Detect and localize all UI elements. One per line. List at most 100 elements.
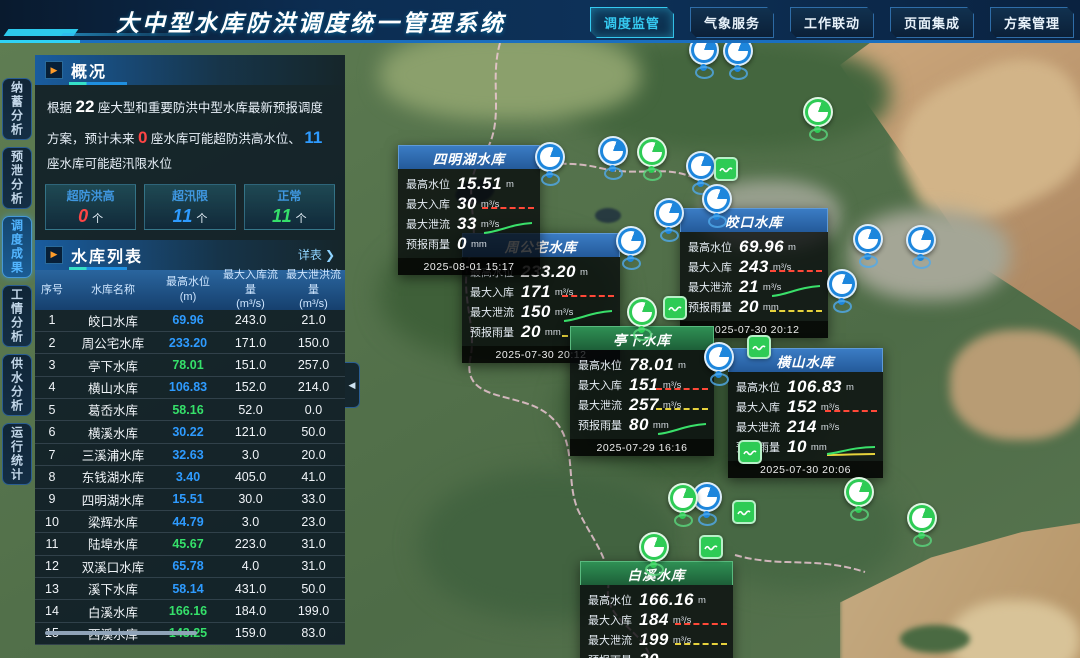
sparkline [656, 419, 708, 439]
popup-row-value: 166.16 [639, 590, 694, 610]
popup-row-value: 214 [787, 417, 817, 437]
horizontal-scrollbar[interactable] [45, 631, 197, 635]
reservoir-marker-over-limit[interactable] [906, 225, 936, 255]
table-row[interactable]: 14白溪水库166.16184.0199.0 [35, 600, 345, 622]
side-tab[interactable]: 运行统计 [2, 423, 32, 485]
reservoir-marker-over-limit[interactable] [616, 226, 646, 256]
table-row[interactable]: 4横山水库106.83152.0214.0 [35, 377, 345, 399]
stat-unit: 个 [296, 213, 307, 225]
station-marker[interactable] [663, 296, 687, 320]
gauge-pie-icon [637, 137, 667, 167]
gauge-pie-icon [723, 40, 753, 66]
cell-name: 周公宅水库 [69, 333, 157, 352]
reservoir-marker-normal[interactable] [844, 477, 874, 507]
reservoir-marker-over-limit[interactable] [704, 342, 734, 372]
popup-row-value: 15.51 [457, 174, 502, 194]
side-tab[interactable]: 纳蓄分析 [2, 78, 32, 140]
nav-button[interactable]: 调度监管 [590, 7, 674, 38]
nav-button[interactable]: 方案管理 [990, 7, 1074, 38]
popup-row-label: 最大入库 [578, 377, 625, 393]
popup-row-label: 最大入库 [406, 196, 453, 212]
popup-row-label: 预报雨量 [588, 652, 635, 658]
wave-icon [737, 507, 751, 517]
reservoir-marker-over-limit[interactable] [689, 40, 719, 65]
stat-box: 超防洪高0个 [45, 184, 136, 230]
section-arrow-icon: ▶ [45, 61, 63, 79]
side-tab[interactable]: 供水分析 [2, 354, 32, 416]
station-marker[interactable] [714, 157, 738, 181]
side-tab[interactable]: 调度成果 [2, 216, 32, 278]
table-row[interactable]: 3亭下水库78.01151.0257.0 [35, 354, 345, 376]
station-marker[interactable] [738, 440, 762, 464]
reservoir-marker-over-limit[interactable] [702, 184, 732, 214]
reservoir-marker-over-limit[interactable] [598, 136, 628, 166]
reservoir-marker-normal[interactable] [907, 503, 937, 533]
table-column-header: 最大入库流量 (m³/s) [219, 268, 282, 311]
nav-button[interactable]: 工作联动 [790, 7, 874, 38]
reservoir-marker-normal[interactable] [637, 137, 667, 167]
cell-name: 横溪水库 [69, 423, 157, 442]
reservoir-marker-over-limit[interactable] [827, 269, 857, 299]
cell-outflow: 31.0 [282, 537, 345, 551]
popup-title: 四明湖水库 [398, 145, 540, 169]
cell-outflow: 50.0 [282, 582, 345, 596]
sparkline [770, 301, 822, 321]
left-panel: ▶ 概况 根据 22 座大型和重要防洪中型水库最新预报调度方案，预计未来 0 座… [35, 55, 345, 645]
cell-inflow: 121.0 [219, 425, 282, 439]
table-row[interactable]: 13溪下水库58.14431.050.0 [35, 578, 345, 600]
overview-text-segment: 根据 [47, 101, 75, 115]
table-row[interactable]: 5葛岙水库58.1652.00.0 [35, 399, 345, 421]
side-tab[interactable]: 工情分析 [2, 285, 32, 347]
gauge-pie-icon [668, 483, 698, 513]
popup-row-label: 最大泄流 [470, 304, 517, 320]
cell-outflow: 199.0 [282, 604, 345, 618]
station-marker[interactable] [732, 500, 756, 524]
cell-outflow: 50.0 [282, 425, 345, 439]
reservoir-marker-normal[interactable] [639, 532, 669, 562]
table-row[interactable]: 2周公宅水库233.20171.0150.0 [35, 332, 345, 354]
station-marker[interactable] [699, 535, 723, 559]
table-row[interactable]: 11陆埠水库45.67223.031.0 [35, 533, 345, 555]
detail-link[interactable]: 详表 ❯ [298, 246, 335, 263]
table-row[interactable]: 12双溪口水库65.784.031.0 [35, 556, 345, 578]
reservoir-marker-normal[interactable] [803, 97, 833, 127]
cell-name: 亭下水库 [69, 356, 157, 375]
stat-value: 11个 [173, 206, 208, 227]
section-arrow-icon: ▶ [45, 246, 63, 264]
cell-index: 3 [35, 358, 69, 372]
cell-inflow: 30.0 [219, 492, 282, 506]
wave-icon [743, 447, 757, 457]
cell-inflow: 151.0 [219, 358, 282, 372]
reservoir-marker-normal[interactable] [668, 483, 698, 513]
cell-inflow: 3.0 [219, 448, 282, 462]
side-tab[interactable]: 预泄分析 [2, 147, 32, 209]
table-row[interactable]: 9四明湖水库15.5130.033.0 [35, 489, 345, 511]
popup-row-value: 199 [639, 630, 669, 650]
cell-inflow: 152.0 [219, 380, 282, 394]
collapse-arrow-icon: ◀ [349, 380, 356, 391]
cell-level: 44.79 [157, 515, 219, 529]
overview-stats: 超防洪高0个超汛限11个正常11个 [45, 184, 335, 230]
reservoir-marker-normal[interactable] [627, 297, 657, 327]
cell-level: 3.40 [157, 470, 219, 484]
popup-row-unit: m [506, 179, 514, 190]
nav-button[interactable]: 页面集成 [890, 7, 974, 38]
reservoir-marker-over-limit[interactable] [535, 142, 565, 172]
table-row[interactable]: 10梁辉水库44.793.023.0 [35, 511, 345, 533]
reservoir-marker-over-limit[interactable] [723, 40, 753, 66]
reservoir-marker-over-limit[interactable] [686, 151, 716, 181]
table-row[interactable]: 6横溪水库30.22121.050.0 [35, 421, 345, 443]
nav-button[interactable]: 气象服务 [690, 7, 774, 38]
chevron-right-icon: ❯ [325, 248, 335, 262]
panel-collapse-handle[interactable]: ◀ [345, 362, 360, 408]
table-row[interactable]: 8东钱湖水库3.40405.041.0 [35, 466, 345, 488]
table-row[interactable]: 7三溪浦水库32.633.020.0 [35, 444, 345, 466]
gauge-pie-icon [689, 40, 719, 65]
station-marker[interactable] [747, 335, 771, 359]
title-underline [69, 267, 127, 270]
table-column-header: 最高水位 (m) [157, 275, 219, 304]
popup-row-label: 最高水位 [588, 592, 635, 608]
table-row[interactable]: 1皎口水库69.96243.021.0 [35, 310, 345, 332]
reservoir-marker-over-limit[interactable] [853, 224, 883, 254]
reservoir-marker-over-limit[interactable] [654, 198, 684, 228]
